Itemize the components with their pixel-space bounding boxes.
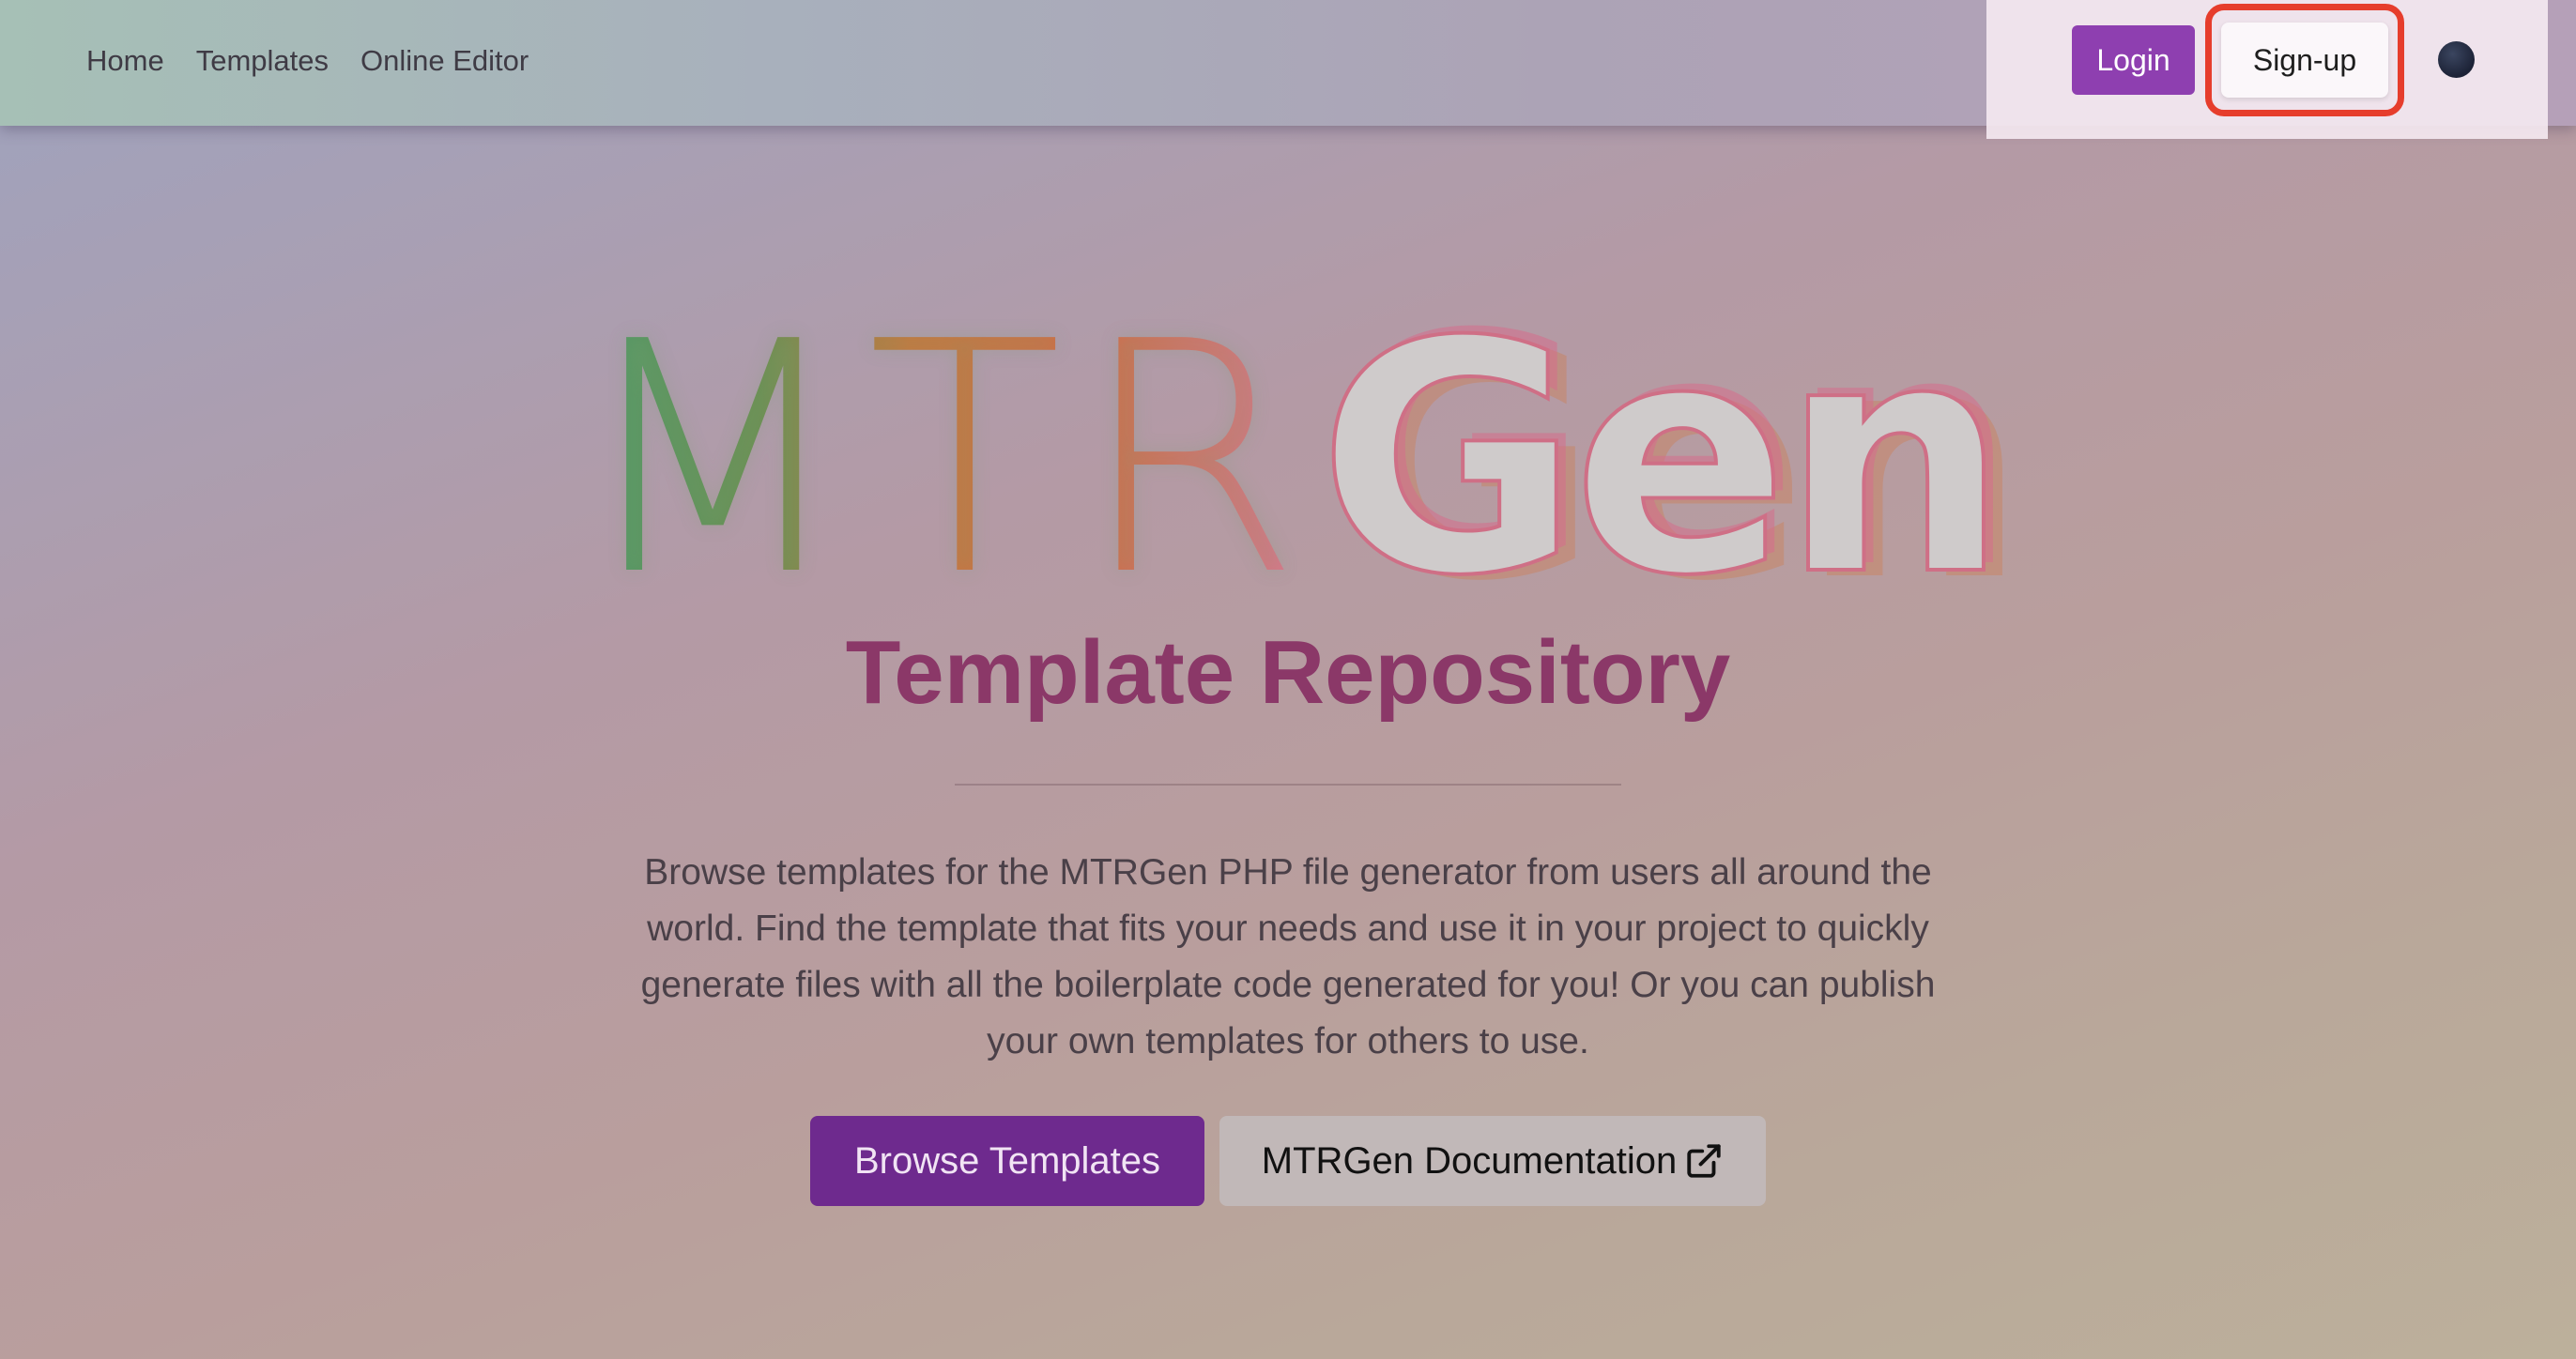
browse-templates-button[interactable]: Browse Templates (810, 1116, 1204, 1206)
nav-link-online-editor[interactable]: Online Editor (360, 44, 529, 78)
documentation-button[interactable]: MTRGen Documentation (1219, 1116, 1766, 1206)
documentation-button-label: MTRGen Documentation (1261, 1139, 1678, 1182)
nav-link-templates[interactable]: Templates (196, 44, 329, 78)
external-link-icon (1684, 1141, 1724, 1181)
nav-links: Home Templates Online Editor (86, 0, 529, 122)
nav-link-home[interactable]: Home (86, 44, 164, 78)
signup-highlight-annotation (2205, 4, 2404, 116)
page-subtitle: Template Repository (845, 622, 1731, 723)
hero-description: Browse templates for the MTRGen PHP file… (640, 852, 1936, 1061)
divider (955, 784, 1621, 786)
mtrgen-logo: MTRGen (0, 298, 2576, 621)
theme-toggle-icon[interactable] (2438, 41, 2475, 78)
logo-text-gen: Gen (1316, 274, 2011, 646)
logo-text-mtr: MTR (575, 274, 1318, 646)
login-button[interactable]: Login (2072, 25, 2195, 95)
